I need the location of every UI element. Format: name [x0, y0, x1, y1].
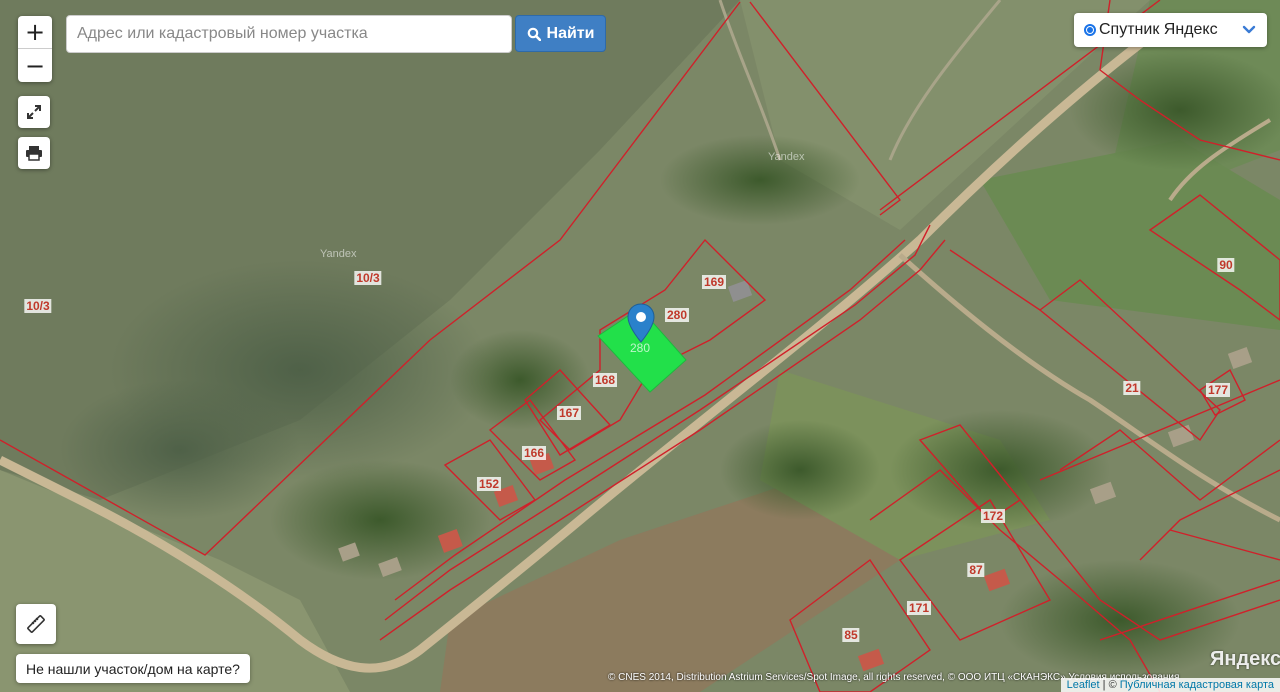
parcel-label[interactable]: 10/3 — [354, 271, 382, 285]
chevron-down-icon — [1242, 25, 1256, 34]
parcel-label[interactable]: 169 — [701, 275, 727, 289]
parcel-label[interactable]: 21 — [1123, 381, 1141, 395]
search-button[interactable]: Найти — [515, 15, 606, 52]
expand-icon — [27, 105, 41, 119]
attribution-separator: | © — [1099, 679, 1120, 691]
map-pin-icon[interactable] — [627, 303, 655, 348]
yandex-logo: Яндекс — [1210, 648, 1280, 670]
yandex-watermark: Yandex — [768, 151, 805, 163]
parcel-label[interactable]: 168 — [592, 373, 618, 387]
cadastral-map-link[interactable]: Публичная кадастровая карта — [1120, 679, 1274, 691]
ruler-button[interactable] — [16, 604, 56, 644]
search-icon — [527, 27, 541, 41]
layer-dropdown[interactable]: Спутник Яндекс — [1074, 13, 1267, 47]
parcel-label[interactable]: 171 — [906, 601, 932, 615]
parcel-label[interactable]: 152 — [476, 477, 502, 491]
parcel-label[interactable]: 87 — [967, 563, 985, 577]
leaflet-attribution: Leaflet | © Публичная кадастровая карта — [1060, 678, 1280, 692]
radio-selected-icon — [1084, 24, 1096, 36]
printer-icon — [26, 146, 42, 161]
parcel-label[interactable]: 166 — [521, 446, 547, 460]
parcel-label[interactable]: 280 — [664, 308, 690, 322]
parcel-label[interactable]: 172 — [980, 509, 1006, 523]
map-canvas[interactable]: 10/3 10/3 169 280 168 167 166 152 90 21 … — [0, 0, 1280, 692]
parcel-label[interactable]: 10/3 — [24, 299, 52, 313]
parcel-label[interactable]: 85 — [842, 628, 860, 642]
zoom-in-button[interactable]: + — [18, 16, 52, 49]
leaflet-link[interactable]: Leaflet — [1067, 679, 1100, 691]
parcel-label[interactable]: 177 — [1205, 383, 1231, 397]
print-button[interactable] — [18, 137, 50, 169]
search-button-label: Найти — [546, 24, 595, 42]
not-found-button[interactable]: Не нашли участок/дом на карте? — [16, 654, 250, 683]
search-input[interactable] — [66, 15, 512, 53]
zoom-control: + − — [18, 16, 52, 82]
layer-dropdown-value: Спутник Яндекс — [1099, 21, 1218, 38]
zoom-out-button[interactable]: − — [18, 49, 52, 82]
parcel-label[interactable]: 90 — [1217, 258, 1235, 272]
fullscreen-button[interactable] — [18, 96, 50, 128]
parcel-label[interactable]: 167 — [556, 406, 582, 420]
yandex-watermark: Yandex — [320, 248, 357, 260]
ruler-icon — [27, 615, 45, 633]
